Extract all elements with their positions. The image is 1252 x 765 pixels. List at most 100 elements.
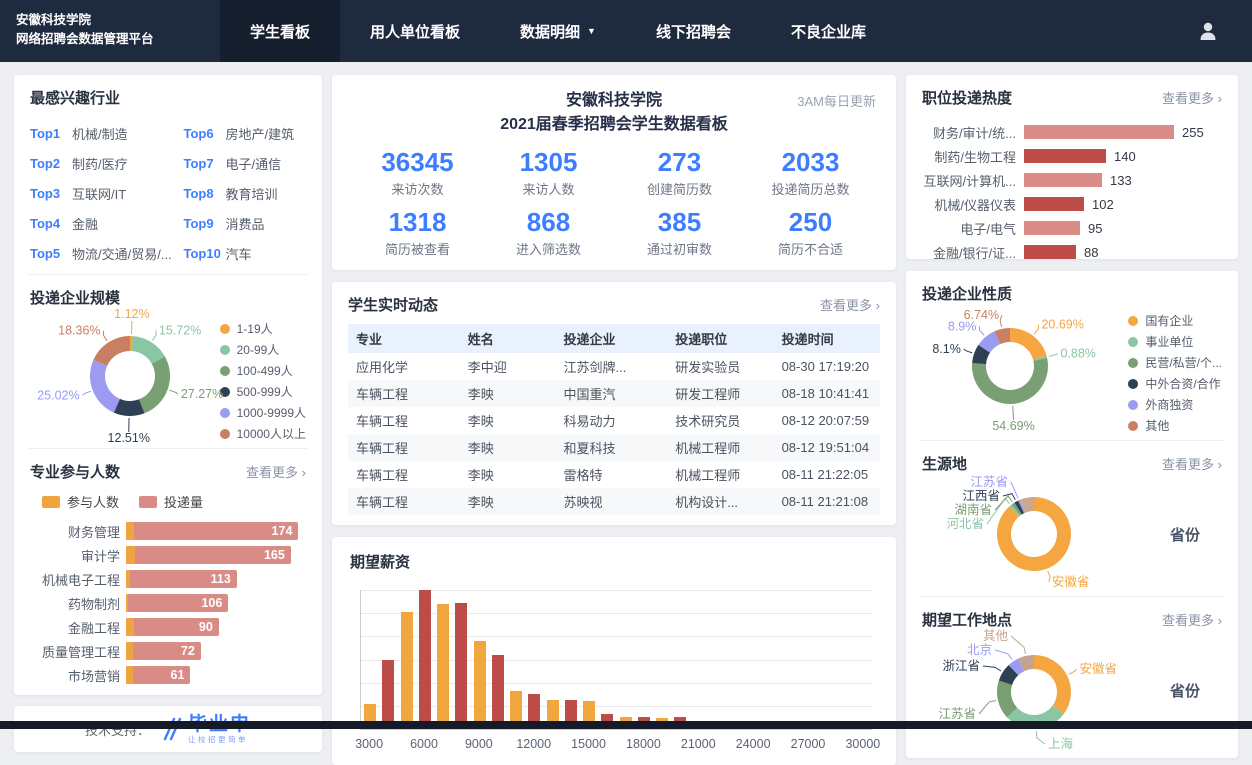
legend-dot <box>1128 379 1138 389</box>
origin-more-link[interactable]: 查看更多 › <box>1162 454 1222 473</box>
user-icon[interactable] <box>1196 19 1220 43</box>
pie-label: 1.12% <box>114 307 149 321</box>
stat-label: 简历不合适 <box>745 239 876 258</box>
dashboard-title-line2: 2021届春季招聘会学生数据看板 <box>352 113 876 137</box>
main-content: 最感兴趣行业 Top1机械/制造Top2制药/医疗Top3互联网/ITTop4金… <box>0 62 1252 765</box>
legend-item[interactable]: 参与人数 <box>42 492 119 511</box>
table-cell: 研发实验员 <box>667 353 773 380</box>
table-header-cell: 投递职位 <box>667 324 773 353</box>
salary-x-axis: 3000600090001200015000180002100024000270… <box>360 735 872 755</box>
company-nature-donut: 20.69%0.88%54.69%8.1%8.9%6.74% <box>922 306 1112 432</box>
interest-label: 电子/通信 <box>226 154 282 173</box>
work-location-chart: 省份 安徽省上海江苏省浙江省北京其他 <box>922 632 1222 750</box>
legend-dot <box>1128 337 1138 347</box>
interest-rank: Top9 <box>184 216 226 231</box>
table-cell: 江苏剑牌... <box>555 353 667 380</box>
major-category-label: 市场营销 <box>30 666 126 685</box>
major-bar-track: 72 <box>126 642 306 660</box>
table-row: 车辆工程李映苏映视机构设计...08-11 21:21:08 <box>348 488 880 515</box>
salary-bar-slot <box>854 590 872 729</box>
legend-label: 1000-9999人 <box>237 404 306 421</box>
company-size-donut: 1.12%15.72%27.27%12.51%25.02%18.36% <box>30 310 236 440</box>
applications-bar-segment: 174 <box>134 522 299 540</box>
stat-value: 250 <box>745 207 876 238</box>
origin-title: 生源地 <box>922 453 967 474</box>
stats-grid: 36345来访次数1305来访人数273创建简历数2033投递简历总数1318简… <box>352 147 876 258</box>
position-heat-more-link[interactable]: 查看更多 › <box>1162 88 1222 107</box>
legend-dot <box>1128 400 1138 410</box>
bottom-strip <box>0 721 1252 729</box>
table-cell: 08-12 19:51:04 <box>774 434 880 461</box>
tab-label: 数据明细 <box>520 21 580 42</box>
salary-card: 期望薪资 30006000900012000150001800021000240… <box>332 537 896 765</box>
pie-label-leader <box>170 390 178 394</box>
pie-label: 15.72% <box>159 323 201 337</box>
table-cell: 和夏科技 <box>555 434 667 461</box>
salary-bar <box>474 641 486 729</box>
pie-label-leader <box>995 650 1012 660</box>
salary-plot-area <box>360 590 872 730</box>
legend-label: 参与人数 <box>67 492 119 511</box>
salary-bar-slot <box>744 590 762 729</box>
legend-label: 其他 <box>1145 417 1169 434</box>
major-bar-row: 财务管理174 <box>30 519 306 543</box>
section-company-size: 投递企业规模 1-19人20-99人100-499人500-999人1000-9… <box>14 275 322 448</box>
stat-cell: 273创建简历数 <box>614 147 745 198</box>
section-company-nature: 投递企业性质 国有企业事业单位民营/私营/个...中外合资/合作外商独资其他 2… <box>906 271 1238 440</box>
pie-label: 18.36% <box>58 324 100 338</box>
table-cell: 08-11 21:22:05 <box>774 461 880 488</box>
position-heat-card: 职位投递热度 查看更多 › 财务/审计/统...255制药/生物工程140互联网… <box>906 75 1238 259</box>
pie-label: 安徽省 <box>1079 661 1117 676</box>
pie-label: 河北省 <box>946 517 984 531</box>
brand: 安徽科技学院 网络招聘会数据管理平台 <box>0 0 220 62</box>
legend-item[interactable]: 其他 <box>1128 415 1222 436</box>
legend-dot <box>1128 358 1138 368</box>
stat-value: 868 <box>483 207 614 238</box>
tab-student-dashboard[interactable]: 学生看板 <box>220 0 340 62</box>
origin-side-label: 省份 <box>1170 524 1200 545</box>
interest-item: Top4金融 <box>30 210 184 236</box>
heat-value-label: 133 <box>1110 173 1132 188</box>
x-tick-label: 6000 <box>410 737 438 751</box>
tab-employer-dashboard[interactable]: 用人单位看板 <box>340 0 490 62</box>
legend-item[interactable]: 中外合资/合作 <box>1128 373 1222 394</box>
legend-item[interactable]: 国有企业 <box>1128 310 1222 331</box>
pie-label-leader <box>1049 353 1058 356</box>
legend-label: 100-499人 <box>237 362 293 379</box>
right-panel-card: 投递企业性质 国有企业事业单位民营/私营/个...中外合资/合作外商独资其他 2… <box>906 271 1238 758</box>
legend-item[interactable]: 民营/私营/个... <box>1128 352 1222 373</box>
interest-item: Top3互联网/IT <box>30 180 184 206</box>
salary-bar-slot <box>379 590 397 729</box>
heat-bar <box>1024 245 1076 259</box>
tab-offline-job-fair[interactable]: 线下招聘会 <box>626 0 761 62</box>
heat-value-label: 95 <box>1088 221 1102 236</box>
salary-bar-slot <box>708 590 726 729</box>
salary-bar-slot <box>653 590 671 729</box>
legend-item[interactable]: 投递量 <box>139 492 203 511</box>
nav-right <box>1196 0 1252 62</box>
table-cell: 李映 <box>460 488 556 515</box>
chevron-right-icon: › <box>1218 91 1222 106</box>
salary-bar-slot <box>690 590 708 729</box>
legend-item[interactable]: 外商独资 <box>1128 394 1222 415</box>
work-location-more-link[interactable]: 查看更多 › <box>1162 610 1222 629</box>
x-tick-label: 18000 <box>626 737 661 751</box>
pie-label: 25.02% <box>37 388 79 402</box>
pie-slice-民营/私营/个... <box>972 358 1048 404</box>
major-bar-row: 金融工程90 <box>30 615 306 639</box>
interest-item: Top10汽车 <box>184 240 306 266</box>
top-nav: 安徽科技学院 网络招聘会数据管理平台 学生看板用人单位看板数据明细▼线下招聘会不… <box>0 0 1252 62</box>
salary-bar <box>492 655 504 729</box>
interest-rank: Top2 <box>30 156 72 171</box>
section-interest: 最感兴趣行业 Top1机械/制造Top2制药/医疗Top3互联网/ITTop4金… <box>14 75 322 274</box>
x-tick-label: 24000 <box>736 737 771 751</box>
table-cell: 李映 <box>460 407 556 434</box>
major-participation-more-link[interactable]: 查看更多 › <box>246 462 306 481</box>
applications-bar-segment: 90 <box>134 618 219 636</box>
pie-label-leader <box>103 331 107 341</box>
activity-more-link[interactable]: 查看更多 › <box>820 295 880 314</box>
tab-data-details[interactable]: 数据明细▼ <box>490 0 626 62</box>
pie-label-leader <box>1036 731 1045 744</box>
tab-bad-company-db[interactable]: 不良企业库 <box>761 0 896 62</box>
legend-item[interactable]: 事业单位 <box>1128 331 1222 352</box>
